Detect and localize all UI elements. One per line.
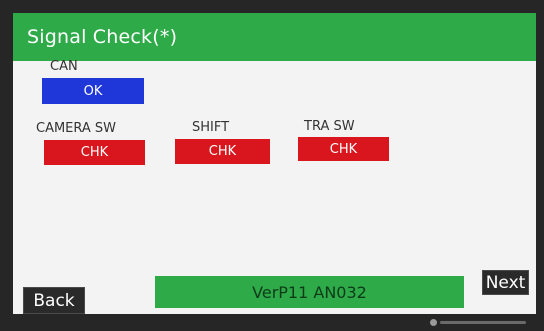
title-bar: Signal Check(*) <box>13 13 536 61</box>
brand-logo-mark <box>440 320 526 324</box>
back-button[interactable]: Back <box>23 287 85 314</box>
version-bar: VerP11 AN032 <box>155 276 464 308</box>
tra-sw-label: TRA SW <box>304 119 355 134</box>
page-title: Signal Check(*) <box>27 26 178 48</box>
brand-logo-icon <box>430 318 437 326</box>
can-label: CAN <box>50 59 78 74</box>
shift-status: CHK <box>175 139 270 164</box>
display-screen: Signal Check(*) CAN OK CAMERA SW CHK SHI… <box>13 13 536 314</box>
camera-sw-label: CAMERA SW <box>36 121 117 136</box>
next-button[interactable]: Next <box>482 270 529 295</box>
can-status: OK <box>42 78 144 104</box>
camera-sw-status: CHK <box>44 140 145 165</box>
tra-sw-status: CHK <box>298 137 389 161</box>
shift-label: SHIFT <box>192 120 230 135</box>
brand-logo <box>430 318 526 326</box>
